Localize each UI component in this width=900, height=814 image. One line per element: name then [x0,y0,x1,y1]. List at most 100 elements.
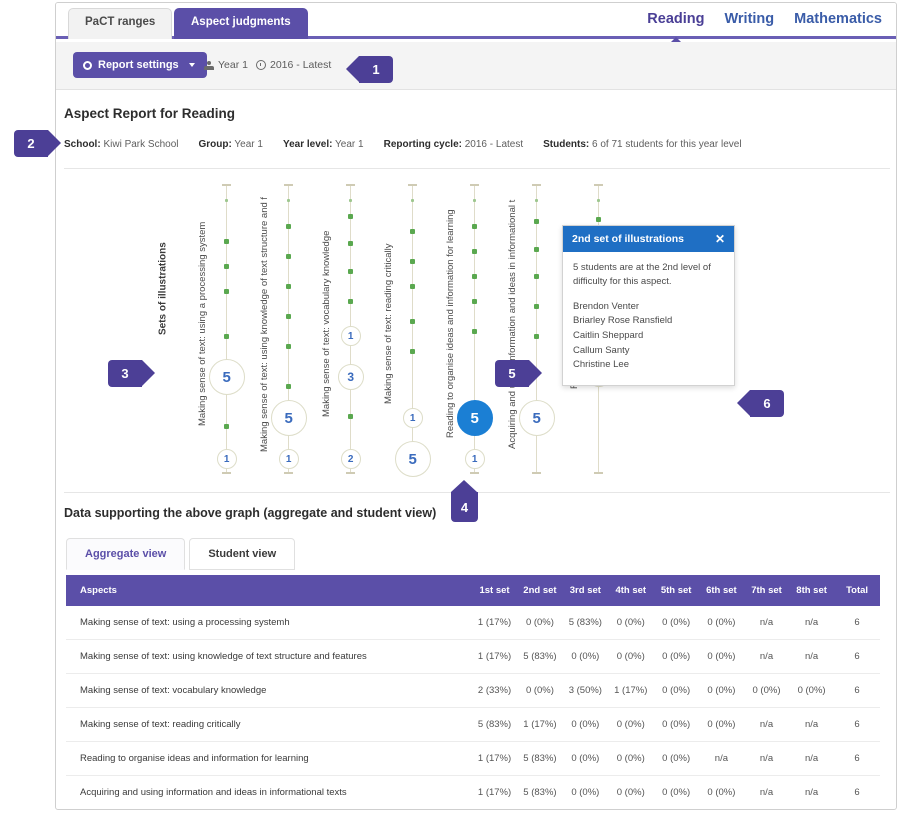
chart-marker-dot [472,274,478,279]
table-cell-value: 6 [834,810,880,811]
table-cell-value: n/a [743,606,790,640]
popup-student-name: Brendon Venter [573,300,640,312]
report-meta-value: 2016 - Latest [461,139,524,150]
table-cell-value: 0 (0%) [562,639,609,674]
callout-number: 3 [121,366,129,381]
table-cell-value: 0 (0%) [698,606,744,640]
table-cell-value: 5 (83%) [517,741,563,776]
report-meta-value: Kiwi Park School [100,139,179,150]
chart-marker-dot [286,344,292,349]
table-cell-value: 5 (83%) [562,606,609,640]
report-meta-label: Group: [198,139,232,150]
table-row: Acquiring and using information and idea… [66,775,880,809]
table-column-header: 1st set [471,575,518,606]
chart-marker-dot [348,299,354,304]
clock-icon [256,60,266,70]
chart-set-bubble[interactable]: 1 [402,408,423,428]
table-cell-value: 0 (0%) [517,606,563,640]
table-cell-aspect: Reading for literary experience [66,810,472,811]
chart-marker-dot [286,224,292,229]
chart-marker-dot [472,224,478,229]
chart-set-bubble[interactable]: 1 [340,326,361,346]
report-meta-value: 6 of 71 students for this year level [589,139,742,150]
table-cell-value: 0 (0%) [698,639,744,674]
report-meta-value: Year 1 [231,139,263,150]
table-cell-aspect: Making sense of text: reading critically [66,707,472,742]
chart-marker-dot [224,424,230,429]
table-cell-value: 0 (0%) [562,741,609,776]
chart-set-bubble[interactable]: 5 [208,359,245,395]
close-icon[interactable]: ✕ [715,233,725,245]
tab-aggregate-view[interactable]: Aggregate view [66,538,186,570]
tab-student-view[interactable]: Student view [189,538,296,570]
table-cell-value: 1 (17%) [608,673,654,708]
tab-pact-ranges[interactable]: PaCT ranges [68,8,173,39]
chart-marker-dot [224,334,230,339]
chart-marker-dot [224,239,230,244]
table-cell-value: n/a [743,639,790,674]
report-meta-label: School: [64,139,101,150]
chart-marker-dot [348,241,354,246]
table-cell-value: 1 (17%) [653,810,698,811]
chart-marker-dot [287,199,291,202]
table-cell-aspect: Making sense of text: using knowledge of… [66,639,472,674]
table-row: Making sense of text: using knowledge of… [66,639,880,674]
nav-link-mathematics[interactable]: Mathematics [794,11,882,27]
chart-set-bubble[interactable]: 3 [337,364,364,390]
table-cell-value: 0 (0%) [608,639,654,674]
page-title: Aspect Report for Reading [64,106,236,121]
axis-cap-top [594,184,603,186]
report-meta-item: Reporting cycle: 2016 - Latest [384,139,524,150]
group-chip: Year 1 [204,59,248,71]
chart-aspect-label: Making sense of text: using a processing… [197,221,208,427]
chart-marker-dot [410,319,416,324]
chart-set-bubble[interactable]: 5 [394,441,431,477]
popup-student-name: Christine Lee [573,359,629,371]
table-cell-aspect: Making sense of text: using a processing… [66,606,472,640]
axis-cap-top [222,184,231,186]
popup-student-name: Callum Santy [573,344,630,356]
report-meta-item: Students: 6 of 71 students for this year… [543,139,741,150]
chart-marker-dot [286,384,292,389]
report-settings-button[interactable]: Report settings [73,52,207,78]
nav-link-writing[interactable]: Writing [724,11,774,27]
main-tabstrip: PaCT ranges Aspect judgments Reading Wri… [56,3,896,39]
table-cell-value: 0 (0%) [653,707,699,742]
report-meta-row: School: Kiwi Park School Group: Year 1 Yea… [64,139,762,150]
tab-aspect-judgments[interactable]: Aspect judgments [174,8,308,39]
table-column-header: 7th set [743,575,790,606]
chart-aspect-label: Making sense of text: reading critically [383,243,394,405]
chart-marker-dot [534,247,540,252]
table-cell-value: 6 [834,639,880,674]
chart-axis-line [226,185,228,473]
chart-set-bubble[interactable]: 5 [456,400,493,436]
nav-link-reading[interactable]: Reading [647,11,704,27]
chart-marker-dot [224,264,230,269]
popup-student-list: Brendon Venter Briarley Rose Ransfield Cai… [573,300,724,374]
chart-marker-dot [286,254,292,259]
chart-set-bubble[interactable]: 5 [270,400,307,436]
report-meta-item: School: Kiwi Park School [64,139,178,150]
table-body: Making sense of text: using a processing… [66,606,880,811]
chart-marker-dot [535,199,539,202]
chart-set-bubble[interactable]: 5 [518,400,555,436]
table-cell-value: 1 (17%) [472,810,517,811]
table-cell-value: n/a [789,707,835,742]
table-cell-value: 0 (0%) [698,673,744,708]
table-cell-value: n/a [789,606,835,640]
table-column-header: 3rd set [562,575,609,606]
chart-set-bubble[interactable]: 2 [340,449,361,469]
table-cell-value: n/a [743,707,790,742]
chart-set-bubble[interactable]: 1 [464,449,485,469]
table-cell-aspect: Making sense of text: vocabulary knowled… [66,673,472,708]
table-cell-value: 0 (0%) [653,606,699,640]
chart-set-bubble[interactable]: 1 [216,449,237,469]
chart-set-bubble[interactable]: 1 [278,449,299,469]
callout-number: 1 [372,62,380,77]
table-cell-value: 1 (17%) [471,775,518,809]
chart-marker-dot [348,269,354,274]
table-cell-value: 0 (0%) [698,707,744,742]
report-meta-label: Year level: [282,139,333,150]
axis-cap-bottom [532,472,541,474]
callout-badge-1: 1 [346,56,393,83]
